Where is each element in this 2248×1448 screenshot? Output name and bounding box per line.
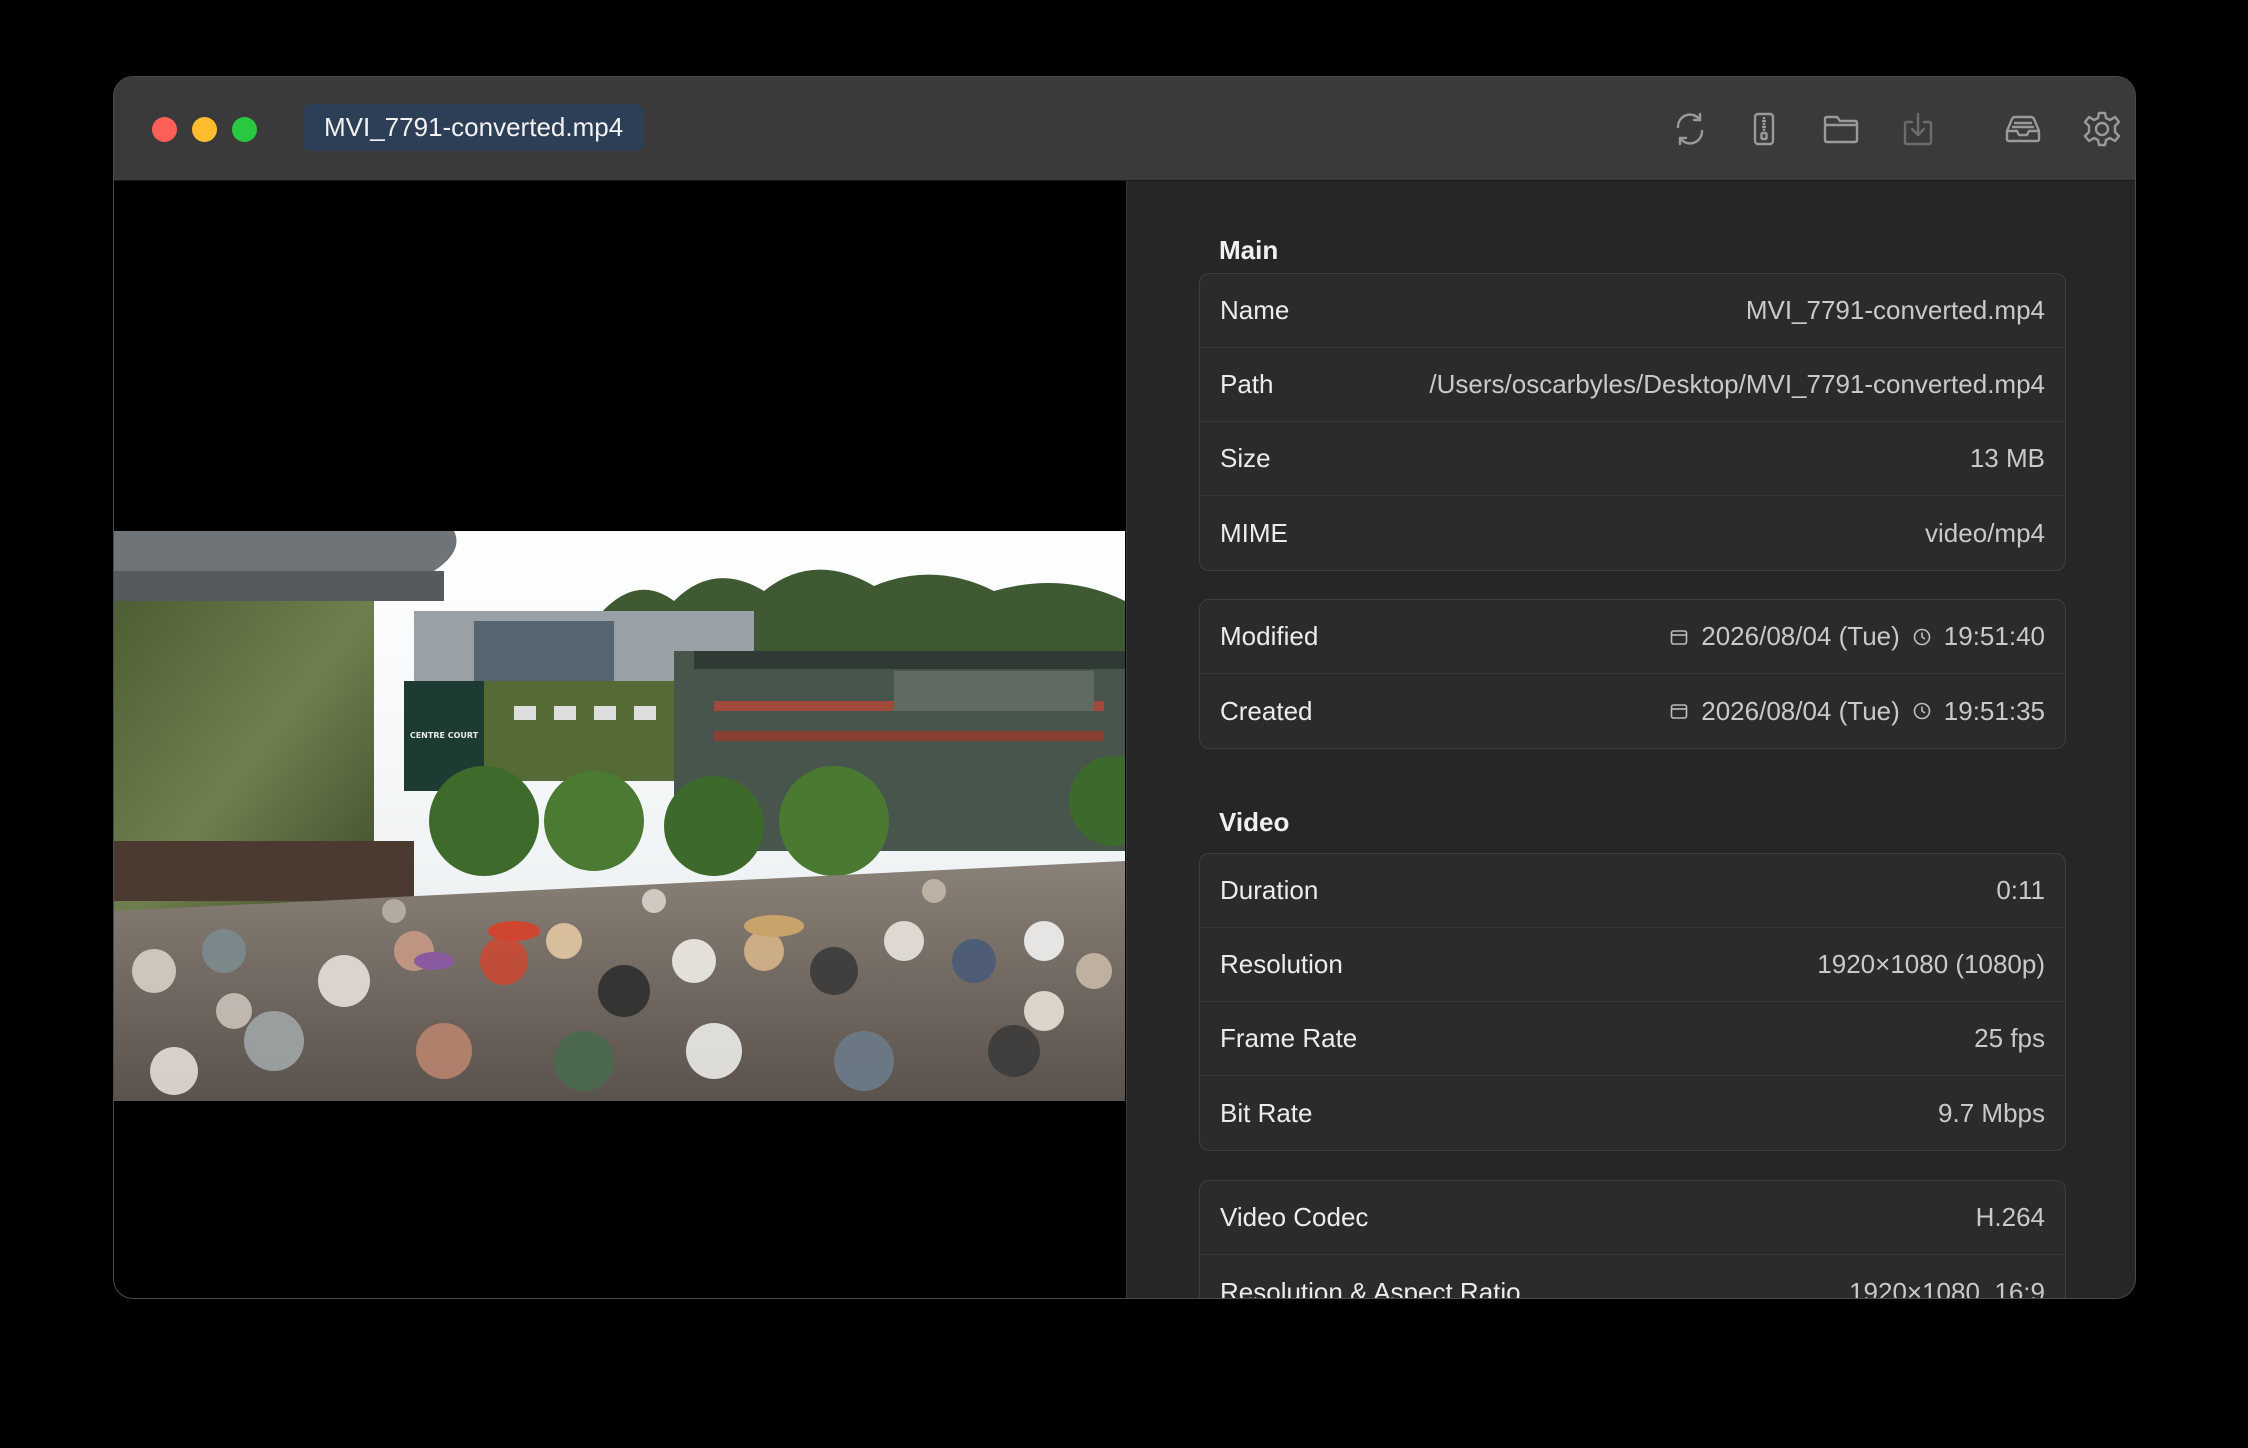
video-frame-image: CENTRE COURT (114, 531, 1125, 1101)
info-row-label: Video Codec (1220, 1202, 1369, 1232)
section-title-main: Main (1219, 235, 1279, 265)
zoom-window-button[interactable] (232, 117, 257, 142)
modified-date: 2026/08/04 (Tue) (1701, 621, 1900, 651)
inbox-tray-icon[interactable] (2001, 107, 2045, 151)
codec-info-group: Video Codec H.264 Resolution & Aspect Ra… (1199, 1180, 2066, 1298)
info-row-value[interactable]: 13 MB (1970, 443, 2045, 474)
video-preview-pane[interactable]: CENTRE COURT (114, 181, 1126, 1298)
refresh-icon[interactable] (1668, 107, 1712, 151)
info-row-value[interactable]: 9.7 Mbps (1938, 1098, 2045, 1129)
info-row-video-codec: Video Codec H.264 (1200, 1181, 2065, 1255)
info-row-value[interactable]: 25 fps (1974, 1023, 2045, 1054)
info-row-label: Resolution (1220, 949, 1343, 979)
app-window: MVI_7791-converted.mp4 CENTRE COURT Main… (113, 76, 2136, 1299)
info-row-created: Created 2026/08/04 (Tue) 19:51:35 (1200, 674, 2065, 748)
info-row-value[interactable]: /Users/oscarbyles/Desktop/MVI_7791-conve… (1429, 369, 2045, 400)
info-row-value[interactable]: 0:11 (1996, 875, 2045, 906)
info-row-duration: Duration 0:11 (1200, 854, 2065, 928)
video-info-group: Duration 0:11 Resolution 1920×1080 (1080… (1199, 853, 2066, 1151)
gear-icon[interactable] (2080, 107, 2124, 151)
info-row-name: Name MVI_7791-converted.mp4 (1200, 274, 2065, 348)
section-title-video: Video (1219, 807, 1290, 837)
info-row-label: Frame Rate (1220, 1023, 1358, 1053)
info-row-size: Size 13 MB (1200, 422, 2065, 496)
calendar-icon (1669, 701, 1689, 721)
info-row-label: Bit Rate (1220, 1097, 1313, 1128)
info-row-modified: Modified 2026/08/04 (Tue) 19:51:40 (1200, 600, 2065, 674)
file-name-chip[interactable]: MVI_7791-converted.mp4 (303, 104, 645, 151)
main-info-group: Name MVI_7791-converted.mp4 Path /Users/… (1199, 273, 2066, 571)
title-bar: MVI_7791-converted.mp4 (114, 77, 2135, 181)
info-row-path: Path /Users/oscarbyles/Desktop/MVI_7791-… (1200, 348, 2065, 422)
info-row-label: Resolution & Aspect Ratio (1220, 1276, 1521, 1299)
calendar-icon (1669, 627, 1689, 647)
info-row-resolution: Resolution 1920×1080 (1080p) (1200, 928, 2065, 1002)
info-row-label: Path (1220, 369, 1274, 399)
info-row-aspect-ratio: Resolution & Aspect Ratio 1920×1080, 16:… (1200, 1255, 2065, 1299)
info-row-label: Duration (1220, 875, 1319, 905)
created-date: 2026/08/04 (Tue) (1701, 695, 1900, 726)
info-row-label: Created (1220, 695, 1313, 726)
info-row-value[interactable]: 2026/08/04 (Tue) 19:51:40 (1669, 621, 2045, 652)
close-window-button[interactable] (152, 117, 177, 142)
info-row-label: MIME (1220, 517, 1288, 548)
modified-time: 19:51:40 (1943, 621, 2045, 651)
info-row-label: Name (1220, 295, 1290, 325)
video-frame: CENTRE COURT (114, 531, 1125, 1101)
clock-icon (1912, 627, 1932, 647)
created-time: 19:51:35 (1943, 695, 2045, 726)
info-row-mime: MIME video/mp4 (1200, 496, 2065, 570)
clock-icon (1912, 701, 1932, 721)
info-row-bit-rate: Bit Rate 9.7 Mbps (1200, 1076, 2065, 1150)
minimize-window-button[interactable] (192, 117, 217, 142)
dates-info-group: Modified 2026/08/04 (Tue) 19:51:40 Creat… (1199, 599, 2066, 749)
info-row-label: Modified (1220, 621, 1319, 651)
download-icon[interactable] (1896, 107, 1940, 151)
info-row-value[interactable]: 2026/08/04 (Tue) 19:51:35 (1669, 696, 2045, 727)
info-row-value[interactable]: 1920×1080, 16:9 (1849, 1277, 2045, 1299)
info-row-value[interactable]: video/mp4 (1925, 518, 2045, 549)
info-inspector[interactable]: Main Name MVI_7791-converted.mp4 Path /U… (1126, 181, 2135, 1298)
info-row-label: Size (1220, 443, 1271, 473)
info-row-value[interactable]: 1920×1080 (1080p) (1817, 949, 2045, 980)
centre-court-text: CENTRE COURT (410, 731, 479, 740)
info-row-frame-rate: Frame Rate 25 fps (1200, 1002, 2065, 1076)
info-row-value[interactable]: MVI_7791-converted.mp4 (1746, 295, 2045, 326)
folder-icon[interactable] (1819, 107, 1863, 151)
archive-icon[interactable] (1742, 107, 1786, 151)
info-row-value[interactable]: H.264 (1976, 1202, 2045, 1233)
